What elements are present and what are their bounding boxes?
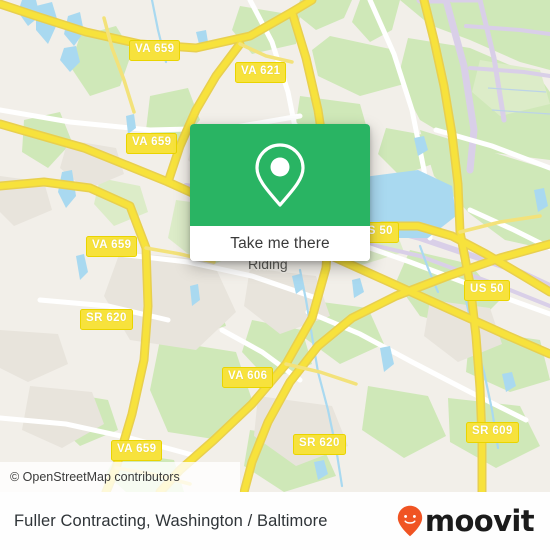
location-pin-icon: [255, 143, 305, 207]
road-shield: VA 659: [129, 40, 181, 61]
road-shield: VA 606: [222, 367, 274, 388]
map-attribution[interactable]: © OpenStreetMap contributors: [0, 462, 240, 492]
moovit-wordmark: moovit: [424, 503, 535, 538]
footer-bar: Fuller Contracting, Washington / Baltimo…: [0, 492, 550, 550]
road-shield: VA 659: [111, 440, 163, 461]
moovit-pin-icon: [397, 505, 423, 537]
road-shield: US 50: [464, 280, 510, 301]
take-me-there-button[interactable]: Take me there: [190, 226, 370, 261]
road-shield: SR 620: [80, 309, 133, 330]
road-shield: VA 621: [235, 62, 287, 83]
take-me-there-label: Take me there: [230, 234, 330, 252]
map-screenshot: VA 659 VA 621 VA 659 VA 659 US 50 US 50 SR 620…: [0, 0, 550, 550]
road-shield: SR 620: [293, 434, 346, 455]
attribution-text: © OpenStreetMap contributors: [10, 470, 180, 484]
road-shield: VA 659: [86, 236, 138, 257]
road-shield: SR 609: [466, 422, 519, 443]
location-popup-card[interactable]: Take me there: [190, 124, 370, 261]
moovit-logo[interactable]: moovit: [397, 503, 535, 538]
road-shield: VA 659: [126, 133, 178, 154]
page-title: Fuller Contracting, Washington / Baltimo…: [14, 511, 328, 530]
card-header: [190, 124, 370, 226]
